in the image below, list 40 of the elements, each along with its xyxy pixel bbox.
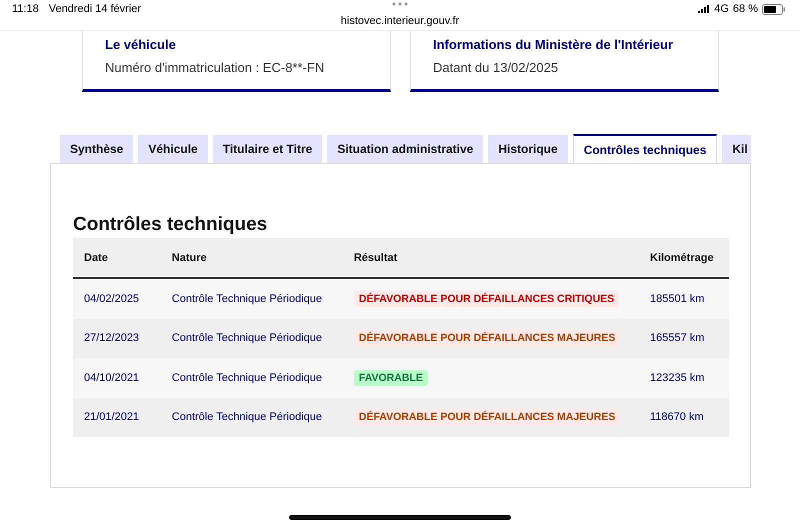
table-cell: Contrôle Technique Périodique [160, 318, 343, 358]
table-cell: 185501 km [639, 278, 729, 318]
table-cell: Contrôle Technique Périodique [160, 398, 343, 437]
column-header: Nature [160, 238, 343, 278]
table-cell: 04/02/2025 [73, 278, 161, 318]
card-text: Numéro d'immatriculation : EC-8**-FN [105, 60, 326, 75]
column-header: Résultat [342, 238, 639, 278]
tab[interactable]: Véhicule [138, 135, 208, 163]
column-header: Kilométrage [639, 238, 729, 278]
result-badge: DÉFAVORABLE POUR DÉFAILLANCES MAJEURES [354, 409, 620, 426]
network-label: 4G [714, 3, 729, 15]
table-cell: Contrôle Technique Périodique [160, 358, 343, 398]
tab[interactable]: Contrôles techniques [572, 134, 718, 163]
section-title: Contrôles techniques [73, 214, 268, 237]
tab[interactable]: Synthèse [60, 135, 134, 163]
card-title: Informations du Ministère de l'Intérieur [433, 37, 674, 52]
url-text[interactable]: histovec.interieur.gouv.fr [340, 15, 460, 27]
card-text: Datant du 13/02/2025 [433, 60, 560, 75]
battery-percent: 68 % [732, 3, 758, 15]
tab[interactable]: Kil [722, 135, 751, 163]
tab[interactable]: Historique [488, 135, 568, 163]
signal-icon [698, 5, 710, 13]
result-badge: FAVORABLE [354, 370, 428, 386]
table-cell: 118670 km [639, 398, 729, 437]
table-cell: 27/12/2023 [73, 318, 161, 358]
result-badge: DÉFAVORABLE POUR DÉFAILLANCES CRITIQUES [354, 290, 620, 307]
date-text: Vendredi 14 février [48, 3, 142, 15]
tab[interactable]: Titulaire et Titre [212, 135, 322, 163]
table-cell: 04/10/2021 [73, 358, 161, 398]
table-cell: 123235 km [639, 358, 729, 398]
clock-time: 11:18 [12, 3, 39, 15]
card-title: Le véhicule [105, 37, 177, 52]
battery-icon [762, 4, 786, 14]
result-badge: DÉFAVORABLE POUR DÉFAILLANCES MAJEURES [354, 330, 620, 346]
column-header: Date [73, 238, 161, 278]
table-cell: Contrôle Technique Périodique [160, 278, 343, 318]
more-icon[interactable] [392, 1, 408, 7]
table-cell: 21/01/2021 [73, 398, 161, 437]
tab[interactable]: Situation administrative [327, 135, 484, 163]
table-cell: 165557 km [639, 318, 729, 358]
